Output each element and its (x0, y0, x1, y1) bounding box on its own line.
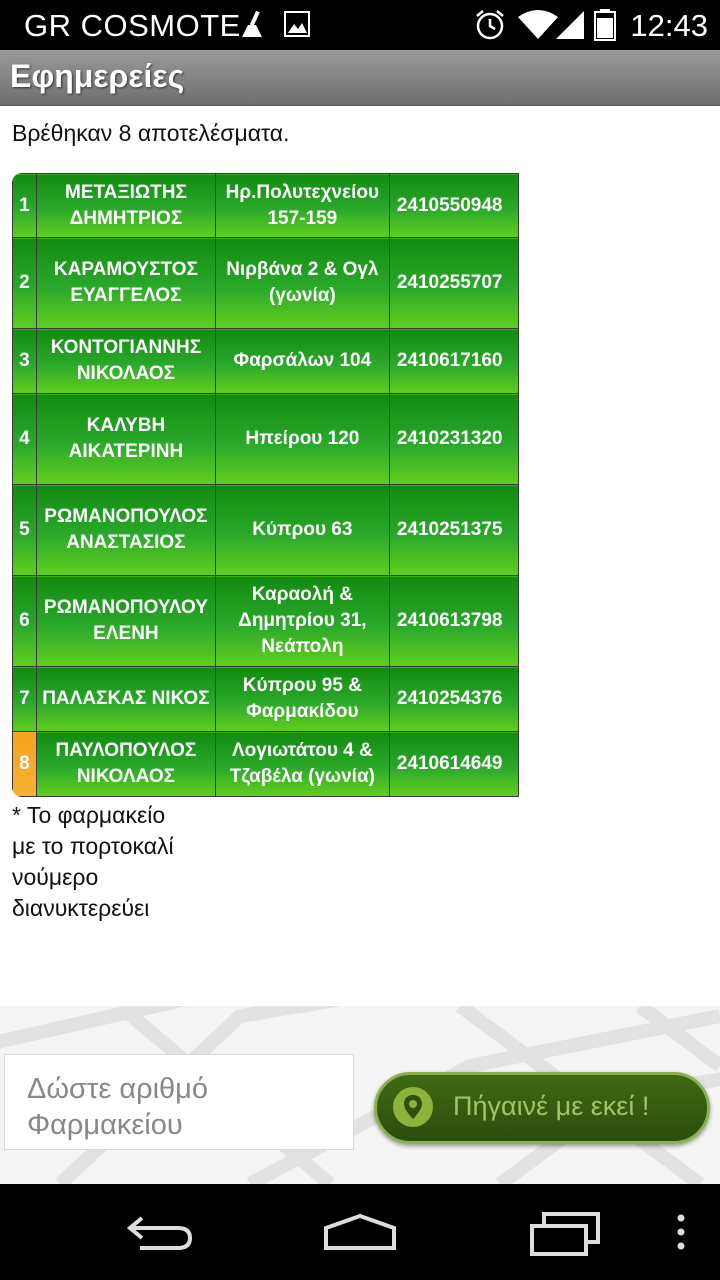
pharmacy-phone: 2410617160 (388, 328, 519, 394)
home-icon[interactable] (322, 1212, 398, 1257)
location-pin-icon (393, 1087, 433, 1127)
cleaner-icon (238, 9, 264, 44)
row-number: 3 (12, 328, 37, 394)
battery-icon (594, 9, 616, 46)
pharmacist-name: ΚΟΝΤΟΓΙΑΝΝΗΣ ΝΙΚΟΛΑΟΣ (35, 328, 216, 394)
footnote: * Το φαρμακείο με το πορτοκαλί νούμερο δ… (12, 802, 174, 921)
pharmacy-row[interactable]: 3 ΚΟΝΤΟΓΙΑΝΝΗΣ ΝΙΚΟΛΑΟΣ Φαρσάλων 104 241061… (12, 328, 720, 394)
wifi-icon (518, 9, 558, 46)
pharmacy-phone: 2410550948 (388, 173, 519, 238)
pharmacist-name: ΡΩΜΑΝΟΠΟΥΛΟΣ ΑΝΑΣΤΑΣΙΟΣ (35, 484, 216, 576)
pharmacy-row[interactable]: 2 ΚΑΡΑΜΟΥΣΤΟΣ ΕΥΑΓΓΕΛΟΣ Νιρβάνα 2 & Ογλ (γ… (12, 237, 720, 329)
row-number: 1 (12, 173, 37, 238)
pharmacist-name: ΚΑΡΑΜΟΥΣΤΟΣ ΕΥΑΓΓΕΛΟΣ (35, 237, 216, 329)
pharmacy-address: Ηρ.Πολυτεχνείου 157-159 (214, 173, 390, 238)
image-icon (284, 9, 310, 44)
back-icon[interactable] (124, 1212, 194, 1257)
pharmacy-address: Λογιωτάτου 4 & Τζαβέλα (γωνία) (214, 731, 390, 797)
row-number: 5 (12, 484, 37, 576)
app-title-bar: Εφημερείες (0, 50, 720, 106)
pharmacy-row[interactable]: 4ΚΑΛΥΒΗ ΑΙΚΑΤΕΡΙΝΗΗπείρου 1202410231320(… (12, 393, 720, 485)
row-number: 7 (12, 666, 37, 732)
input-placeholder: Δώστε αριθμό Φαρμακείου (27, 1073, 209, 1141)
pharmacist-name: ΚΑΛΥΒΗ ΑΙΚΑΤΕΡΙΝΗ (35, 393, 216, 485)
results-count: Βρέθηκαν 8 αποτελέσματα. (12, 120, 290, 146)
pharmacy-phone: 2410255707 (388, 237, 519, 329)
pharmacist-name: ΠΑΥΛΟΠΟΥΛΟΣ ΝΙΚΟΛΑΟΣ (35, 731, 216, 797)
pharmacy-phone: 2410254376 (388, 666, 519, 732)
go-there-button[interactable]: Πήγαινέ με εκεί ! (374, 1072, 710, 1144)
pharmacy-row[interactable]: 6 ΡΩΜΑΝΟΠΟΥΛΟΥ ΕΛΕΝΗ Καραολή & Δημητρίου 3… (12, 575, 720, 667)
pharmacy-phone: 2410613798 (388, 575, 519, 667)
pharmacist-name: ΡΩΜΑΝΟΠΟΥΛΟΥ ΕΛΕΝΗ (35, 575, 216, 667)
row-number: 2 (12, 237, 37, 329)
pharmacy-address: Κύπρου 95 & Φαρμακίδου (214, 666, 390, 732)
page-title: Εφημερείες (10, 58, 185, 94)
pharmacy-row[interactable]: 1 ΜΕΤΑΞΙΩΤΗΣ ΔΗΜΗΤΡΙΟΣ Ηρ.Πολυτεχνείου 157… (12, 173, 720, 238)
clock: 12:43 (630, 8, 708, 43)
pharmacy-address: Νιρβάνα 2 & Ογλ (γωνία) (214, 237, 390, 329)
pharmacy-phone: 2410231320 (388, 393, 519, 485)
main-content: Βρέθηκαν 8 αποτελέσματα. 1 ΜΕΤΑΞΙΩΤΗΣ ΔΗΜ… (0, 106, 720, 1006)
go-there-label: Πήγαινέ με εκεί ! (453, 1091, 650, 1121)
pharmacy-row[interactable]: 8 ΠΑΥΛΟΠΟΥΛΟΣ ΝΙΚΟΛΑΟΣ Λογιωτάτου 4 & Τζαβ… (12, 731, 720, 797)
menu-icon[interactable] (674, 1212, 688, 1257)
pharmacist-name: ΠΑΛΑΣΚΑΣ ΝΙΚΟΣ (35, 666, 216, 732)
carrier-name: GR COSMOTE (24, 8, 241, 43)
pharmacy-row[interactable]: 7 ΠΑΛΑΣΚΑΣ ΝΙΚΟΣ Κύπρου 95 & Φαρμακίδου 241… (12, 666, 720, 732)
row-number: 4 (12, 393, 37, 485)
status-bar: GR COSMOTE 12:43 (0, 0, 720, 50)
pharmacist-name: ΜΕΤΑΞΙΩΤΗΣ ΔΗΜΗΤΡΙΟΣ (35, 173, 216, 238)
alarm-icon (474, 9, 506, 46)
pharmacy-phone: 2410614649 (388, 731, 519, 797)
pharmacy-address: Ηπείρου 120 (214, 393, 390, 485)
recents-icon[interactable] (528, 1212, 602, 1261)
row-number: 8 (12, 731, 37, 797)
bottom-panel: Δώστε αριθμό Φαρμακείου Πήγαινέ με εκεί … (0, 1006, 720, 1184)
signal-icon (556, 9, 586, 46)
navigation-bar (0, 1184, 720, 1280)
row-number: 6 (12, 575, 37, 667)
pharmacy-row[interactable]: 5 ΡΩΜΑΝΟΠΟΥΛΟΣ ΑΝΑΣΤΑΣΙΟΣ Κύπρου 63 2410251… (12, 484, 720, 576)
pharmacy-table: 1 ΜΕΤΑΞΙΩΤΗΣ ΔΗΜΗΤΡΙΟΣ Ηρ.Πολυτεχνείου 157… (12, 173, 720, 797)
pharmacy-address: Καραολή & Δημητρίου 31, Νεάπολη (214, 575, 390, 667)
pharmacy-address: Φαρσάλων 104 (214, 328, 390, 394)
pharmacy-number-input[interactable]: Δώστε αριθμό Φαρμακείου (4, 1054, 354, 1150)
pharmacy-phone: 2410251375 (388, 484, 519, 576)
pharmacy-address: Κύπρου 63 (214, 484, 390, 576)
